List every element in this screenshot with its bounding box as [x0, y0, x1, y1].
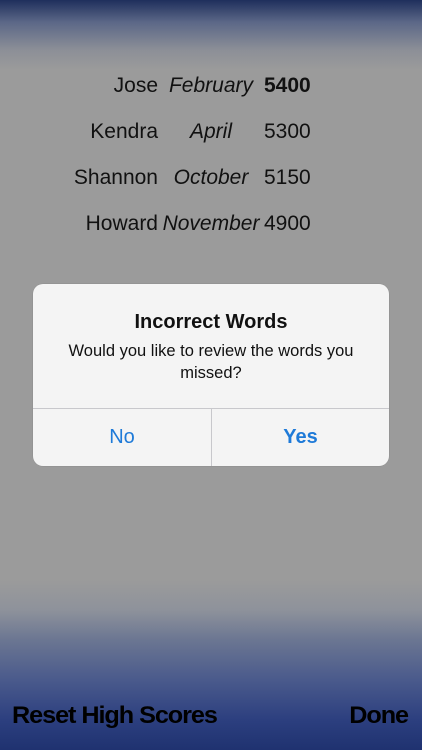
score-value: 5150 [264, 166, 311, 189]
done-button[interactable]: Done [349, 702, 409, 730]
score-row: Howard November 4900 [0, 204, 422, 244]
high-scores-screen: Jose February 5400 Kendra April 5300 Sha… [0, 0, 422, 750]
player-name: Kendra [90, 120, 158, 143]
score-month: February [168, 74, 254, 97]
score-month: October [173, 166, 249, 189]
player-name: Shannon [73, 166, 158, 189]
score-value: 4900 [264, 212, 311, 235]
yes-button[interactable]: Yes [212, 409, 389, 466]
reset-high-scores-button[interactable]: Reset High Scores [12, 702, 218, 730]
player-name: Jose [113, 74, 158, 97]
no-button[interactable]: No [33, 409, 211, 466]
score-row: Shannon October 5150 [0, 158, 422, 198]
alert-message: Would you like to review the words you m… [68, 342, 354, 382]
score-row: Kendra April 5300 [0, 112, 422, 152]
score-month: April [189, 120, 233, 143]
alert-title: Incorrect Words [134, 311, 288, 333]
incorrect-words-alert: Incorrect Words Would you like to review… [33, 284, 389, 466]
score-row: Jose February 5400 [0, 66, 422, 106]
score-value: 5300 [264, 120, 311, 143]
player-name: Howard [85, 212, 158, 235]
score-value: 5400 [264, 74, 311, 97]
score-month: November [162, 212, 260, 235]
